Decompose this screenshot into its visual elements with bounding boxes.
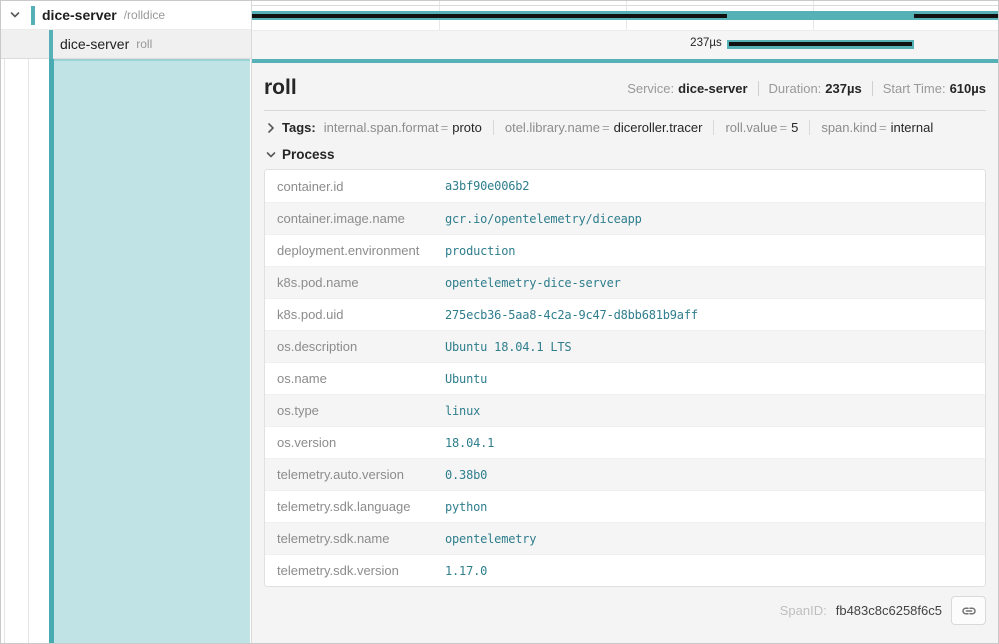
tree-indent-guide [28,59,29,643]
overview-duration: Duration:237µs [769,81,862,96]
chevron-down-icon[interactable] [8,8,22,22]
kv-value: linux [445,404,480,418]
tree-row-rolldice[interactable]: dice-server /rolldice [1,1,251,30]
overview-start-time: Start Time:610µs [883,81,986,96]
table-row: k8s.pod.uid275ecb36-5aa8-4c2a-9c47-d8bb6… [265,298,985,330]
kv-value: Ubuntu [445,372,487,386]
table-row: telemetry.sdk.version1.17.0 [265,554,985,586]
kv-key: telemetry.sdk.language [265,499,445,514]
kv-key: os.name [265,371,445,386]
span-color-bar [49,30,53,59]
process-section-header[interactable]: Process [264,143,986,169]
service-name: dice-server [60,36,129,52]
overview-service: Service:dice-server [627,81,747,96]
span-link-button[interactable] [951,596,986,625]
kv-value: opentelemetry-dice-server [445,276,621,290]
table-row: telemetry.sdk.languagepython [265,490,985,522]
kv-key: container.id [265,179,445,194]
table-row: os.nameUbuntu [265,362,985,394]
kv-value: 1.17.0 [445,564,487,578]
jaeger-trace-view: dice-server /rolldice dice-server roll [0,0,999,644]
table-row: container.ida3bf90e006b2 [265,170,985,202]
timeline-row-roll [252,30,999,59]
kv-value: 0.38b0 [445,468,487,482]
tag-item: otel.library.name=diceroller.tracer [493,120,714,135]
span-overview: Service:dice-server Duration:237µs Start… [627,81,986,96]
spanid-value: fb483c8c6258f6c5 [836,603,942,618]
timeline-row-rolldice [252,1,999,30]
tags-section-header[interactable]: Tags: internal.span.format=proto otel.li… [264,111,986,143]
table-row: os.typelinux [265,394,985,426]
kv-key: telemetry.sdk.name [265,531,445,546]
kv-key: container.image.name [265,211,445,226]
table-row: k8s.pod.nameopentelemetry-dice-server [265,266,985,298]
critical-path-segment [729,42,912,46]
kv-key: k8s.pod.uid [265,307,445,322]
tag-item: span.kind=internal [809,120,944,135]
table-row: os.version18.04.1 [265,426,985,458]
chain-link-icon [961,603,977,619]
critical-path-segment [914,14,999,18]
chevron-right-icon[interactable] [264,122,278,134]
span-detail-footer: SpanID: fb483c8c6258f6c5 [264,596,986,625]
process-kv-table: container.ida3bf90e006b2 container.image… [264,169,986,587]
divider [872,81,873,96]
kv-value: python [445,500,487,514]
table-row: telemetry.auto.version0.38b0 [265,458,985,490]
table-row: deployment.environmentproduction [265,234,985,266]
table-row: container.image.namegcr.io/opentelemetry… [265,202,985,234]
span-detail-header: roll Service:dice-server Duration:237µs … [264,63,986,111]
tree-indent-guide [4,59,5,643]
selected-span-fill [54,59,250,643]
trace-timeline: 237µs [252,1,999,59]
kv-key: os.description [265,339,445,354]
process-label: Process [282,147,335,162]
divider [758,81,759,96]
span-color-bar [31,6,35,25]
kv-value: opentelemetry [445,532,536,546]
tag-item: roll.value=5 [713,120,809,135]
selected-span-row-highlight [1,59,251,643]
tags-label: Tags: [282,120,316,135]
critical-path-segment [252,14,727,18]
chevron-down-icon[interactable] [264,149,278,161]
kv-key: telemetry.sdk.version [265,563,445,578]
kv-value: production [445,244,515,258]
span-detail-panel: roll Service:dice-server Duration:237µs … [252,59,999,644]
service-name: dice-server [42,7,117,23]
operation-name: /rolldice [124,8,165,22]
span-title: roll [264,76,297,100]
kv-key: k8s.pod.name [265,275,445,290]
kv-value: Ubuntu 18.04.1 LTS [445,340,571,354]
tag-item: internal.span.format=proto [322,120,493,135]
kv-value: gcr.io/opentelemetry/diceapp [445,212,642,226]
kv-key: os.version [265,435,445,450]
kv-value: a3bf90e006b2 [445,179,529,193]
kv-key: deployment.environment [265,243,445,258]
kv-value: 275ecb36-5aa8-4c2a-9c47-d8bb681b9aff [445,308,698,322]
table-row: os.descriptionUbuntu 18.04.1 LTS [265,330,985,362]
kv-value: 18.04.1 [445,436,494,450]
span-name-column: dice-server /rolldice dice-server roll [1,1,252,643]
kv-key: telemetry.auto.version [265,467,445,482]
spanid-label: SpanID: [780,603,827,618]
kv-key: os.type [265,403,445,418]
table-row: telemetry.sdk.nameopentelemetry [265,522,985,554]
tree-row-roll[interactable]: dice-server roll [1,30,251,59]
operation-name: roll [136,37,152,51]
span-duration-label: 237µs [690,37,722,49]
span-bar-roll[interactable] [727,40,914,49]
